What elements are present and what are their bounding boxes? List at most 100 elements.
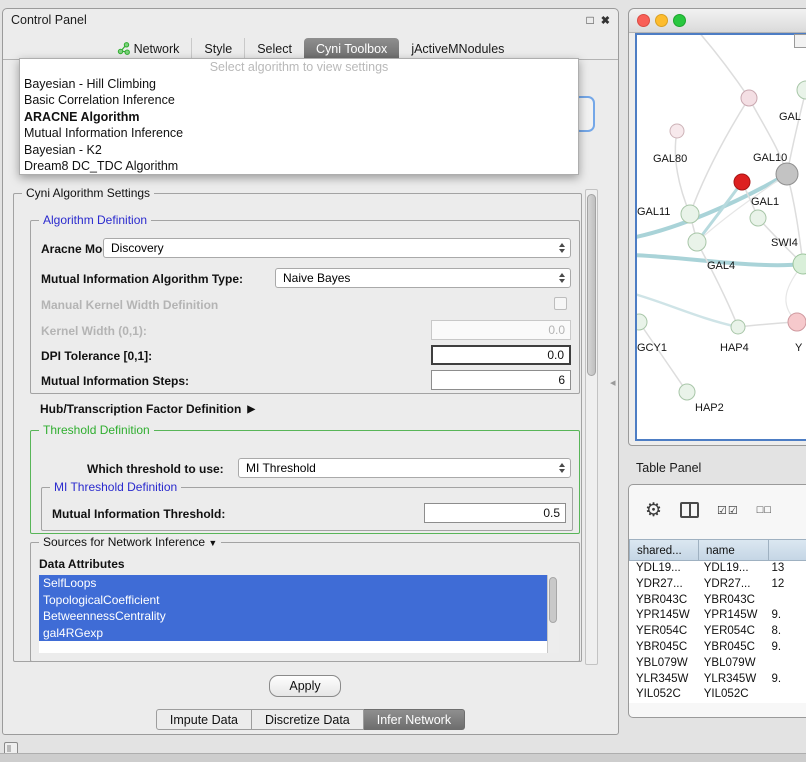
mi-algorithm-type-select[interactable]: Naive Bayes <box>275 268 571 288</box>
network-node[interactable] <box>731 320 745 334</box>
network-node[interactable] <box>688 233 706 251</box>
tab-jactivemnodules[interactable]: jActiveMNodules <box>399 38 516 59</box>
network-overview-toggle[interactable] <box>794 34 806 48</box>
network-edge[interactable] <box>637 293 738 327</box>
table-cell: YDL19... <box>697 561 765 577</box>
table-toolbar: ⚙ ☑☑ □□ <box>629 485 806 535</box>
zoom-traffic-light[interactable] <box>673 14 686 27</box>
column-header[interactable] <box>769 539 806 561</box>
network-node[interactable] <box>637 314 647 330</box>
network-node[interactable] <box>681 205 699 223</box>
network-view-window: GAL80GAL10GAL11GAL1SWI4GAL4GCY1HAP4HAP2G… <box>628 8 806 446</box>
network-edge[interactable] <box>639 322 687 392</box>
network-node[interactable] <box>734 174 750 190</box>
apply-button[interactable]: Apply <box>269 675 341 697</box>
dpi-tolerance-input[interactable] <box>431 345 571 365</box>
mi-steps-input[interactable] <box>431 370 571 390</box>
tab-network[interactable]: Network <box>105 38 192 59</box>
table-row[interactable]: YBL079WYBL079W <box>629 656 806 672</box>
network-edge[interactable] <box>697 182 742 242</box>
network-node[interactable] <box>670 124 684 138</box>
hub-section-toggle[interactable]: Hub/Transcription Factor Definition ▶ <box>40 402 255 416</box>
tab-discretize-data[interactable]: Discretize Data <box>252 709 364 730</box>
algorithm-option[interactable]: Basic Correlation Inference <box>20 92 578 108</box>
network-edge[interactable] <box>675 131 690 214</box>
column-header[interactable]: shared... <box>629 539 699 561</box>
table-cell: YBR045C <box>629 640 697 656</box>
which-threshold-select[interactable]: MI Threshold <box>238 458 571 478</box>
mi-threshold-input[interactable] <box>424 503 566 523</box>
select-all-checkboxes-icon[interactable]: ☑☑ <box>717 504 739 517</box>
tab-cyni-toolbox[interactable]: Cyni Toolbox <box>304 38 399 59</box>
network-node[interactable] <box>741 90 757 106</box>
attribute-list[interactable]: SelfLoopsTopologicalCoefficientBetweenne… <box>39 575 559 653</box>
network-node[interactable] <box>679 384 695 400</box>
collapse-triangle-icon: ▼ <box>208 538 217 548</box>
aracne-mode-select[interactable]: Discovery <box>103 238 571 258</box>
status-bar <box>0 753 806 762</box>
network-edge[interactable] <box>697 35 749 98</box>
table-cell: YPR145W <box>697 608 765 624</box>
network-edge[interactable] <box>690 98 749 214</box>
table-cell: 9. <box>765 640 806 656</box>
table-row[interactable]: YIL052CYIL052C <box>629 687 806 703</box>
network-node-label: GAL10 <box>753 152 787 164</box>
kernel-width-input[interactable] <box>431 320 571 340</box>
desktop: Control Panel □ ✖ NetworkStyleSelectCyni… <box>0 0 806 762</box>
table-cell <box>765 656 806 672</box>
network-canvas[interactable]: GAL80GAL10GAL11GAL1SWI4GAL4GCY1HAP4HAP2G… <box>635 33 806 441</box>
algorithm-dropdown: Select algorithm to view settings Bayesi… <box>19 58 579 175</box>
settings-scrollbar-thumb[interactable] <box>587 194 596 376</box>
algorithm-option[interactable]: Dream8 DC_TDC Algorithm <box>20 158 578 174</box>
close-panel-icon[interactable]: ✖ <box>601 14 610 27</box>
tab-impute-data[interactable]: Impute Data <box>156 709 252 730</box>
algorithm-option[interactable]: Mutual Information Inference <box>20 125 578 141</box>
attribute-item[interactable]: TopologicalCoefficient <box>39 592 547 609</box>
network-node[interactable] <box>750 210 766 226</box>
tab-style[interactable]: Style <box>191 38 244 59</box>
network-node[interactable] <box>788 313 806 331</box>
expand-triangle-icon: ▶ <box>247 404 255 415</box>
settings-scrollbar[interactable] <box>585 189 598 665</box>
table-row[interactable]: YER054CYER054C8. <box>629 624 806 640</box>
table-cell: 9. <box>765 608 806 624</box>
minimize-traffic-light[interactable] <box>655 14 668 27</box>
table-cell: YIL052C <box>697 687 765 703</box>
attribute-item[interactable]: gal4RGexp <box>39 625 547 642</box>
table-row[interactable]: YBR043CYBR043C <box>629 593 806 609</box>
attribute-item[interactable]: BetweennessCentrality <box>39 608 547 625</box>
algorithm-definition-group: Algorithm Definition Aracne Mode: Discov… <box>30 220 580 394</box>
manual-kernel-checkbox[interactable] <box>554 297 567 310</box>
table-settings-icon[interactable]: ⚙ <box>645 501 662 520</box>
table-panel-label: Table Panel <box>636 461 701 475</box>
mi-algorithm-type-value: Naive Bayes <box>283 271 350 285</box>
tab-infer-network[interactable]: Infer Network <box>364 709 465 730</box>
close-traffic-light[interactable] <box>637 14 650 27</box>
data-attributes-label: Data Attributes <box>39 557 125 571</box>
column-header[interactable]: name <box>699 539 769 561</box>
network-node-label: GAL80 <box>653 153 687 165</box>
algorithm-option[interactable]: ARACNE Algorithm <box>20 109 578 125</box>
table-row[interactable]: YDL19...YDL19...13 <box>629 561 806 577</box>
table-cell: 12 <box>765 577 806 593</box>
network-canvas-svg: GAL80GAL10GAL11GAL1SWI4GAL4GCY1HAP4HAP2G… <box>637 35 806 439</box>
network-edge[interactable] <box>697 242 738 327</box>
network-node[interactable] <box>776 163 798 185</box>
splitter-collapse-icon[interactable]: ◂ <box>610 376 616 389</box>
tab-select[interactable]: Select <box>244 38 304 59</box>
float-window-icon[interactable]: □ <box>587 13 594 27</box>
sources-group-title[interactable]: Sources for Network Inference ▼ <box>39 535 221 549</box>
network-edge[interactable] <box>787 90 806 174</box>
table-row[interactable]: YBR045CYBR045C9. <box>629 640 806 656</box>
table-row[interactable]: YPR145WYPR145W9. <box>629 608 806 624</box>
deselect-all-checkboxes-icon[interactable]: □□ <box>757 504 772 516</box>
network-node[interactable] <box>797 81 806 99</box>
attribute-list-scrollbar[interactable] <box>547 575 559 653</box>
attribute-item[interactable]: SelfLoops <box>39 575 547 592</box>
network-window-titlebar <box>629 9 806 33</box>
table-row[interactable]: YLR345WYLR345W9. <box>629 672 806 688</box>
algorithm-option[interactable]: Bayesian - Hill Climbing <box>20 76 578 92</box>
table-row[interactable]: YDR27...YDR27...12 <box>629 577 806 593</box>
algorithm-option[interactable]: Bayesian - K2 <box>20 142 578 158</box>
column-visibility-icon[interactable] <box>680 502 699 518</box>
